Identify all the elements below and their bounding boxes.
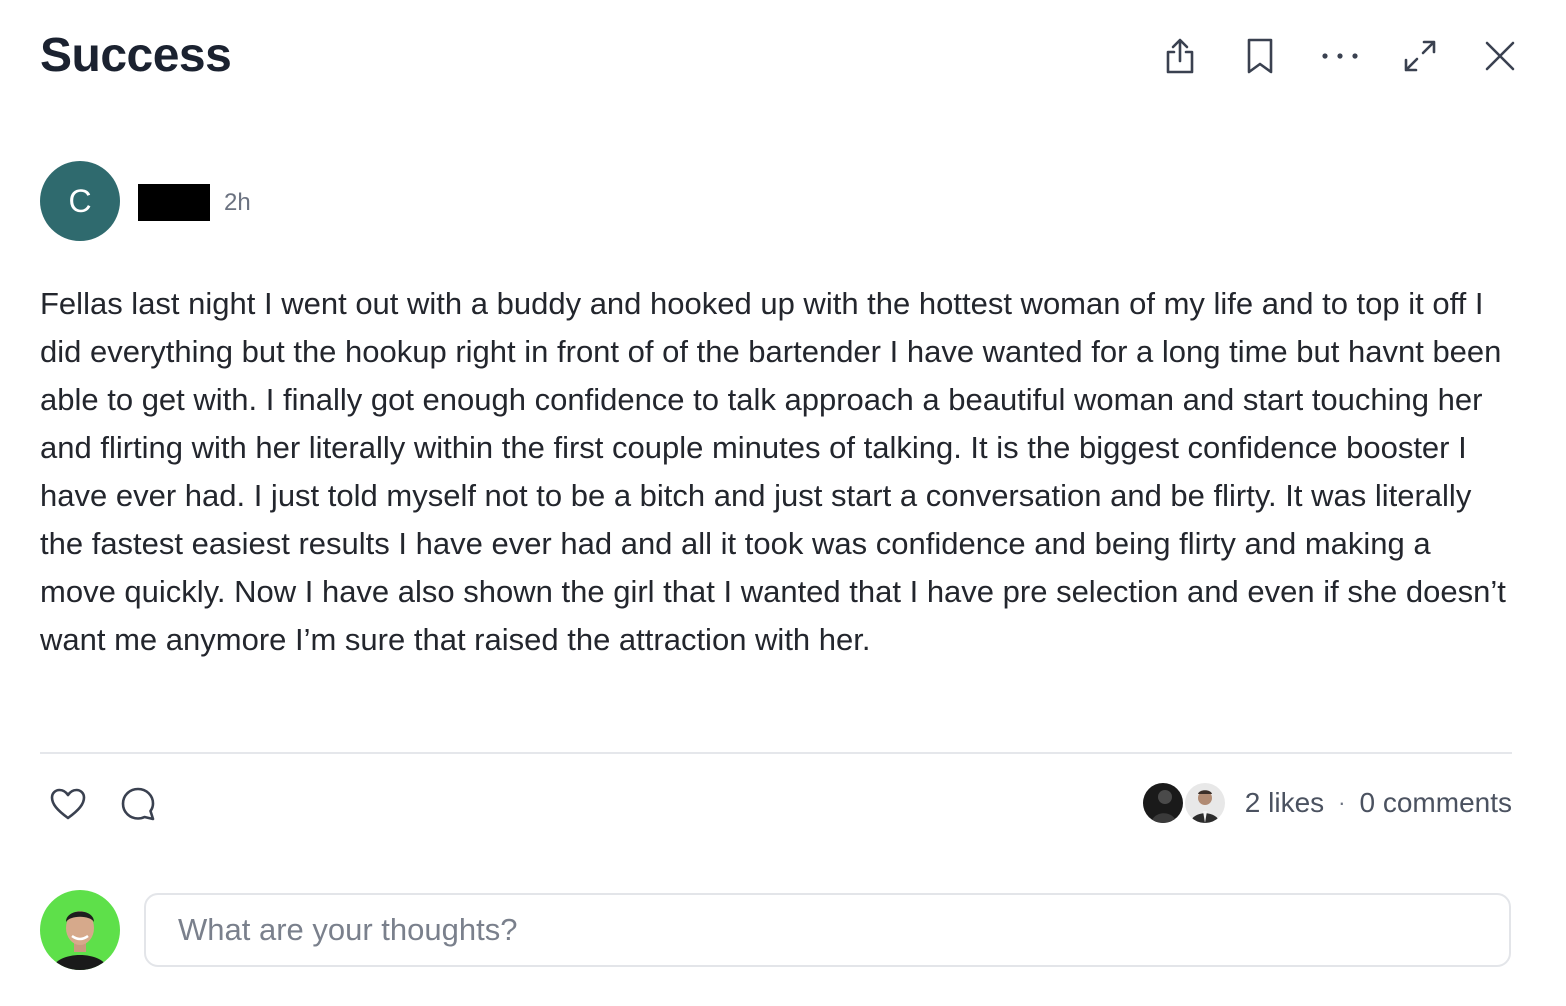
bookmark-icon xyxy=(1247,38,1273,74)
comment-input[interactable]: What are your thoughts? xyxy=(144,893,1511,967)
likers-avatars[interactable] xyxy=(1140,781,1227,825)
comment-button[interactable] xyxy=(118,784,158,824)
author-initial: C xyxy=(68,182,92,219)
more-options-button[interactable] xyxy=(1320,34,1360,78)
stats-separator: · xyxy=(1338,790,1346,815)
comment-composer: What are your thoughts? xyxy=(40,890,1511,970)
post-stats: 2 likes · 0 comments xyxy=(1140,781,1513,825)
more-icon xyxy=(1322,53,1358,59)
liker-avatar xyxy=(1182,781,1227,825)
current-user-avatar xyxy=(40,890,120,970)
divider xyxy=(40,752,1512,754)
post-toolbar xyxy=(1160,34,1520,78)
share-icon xyxy=(1166,38,1194,74)
liker-avatar xyxy=(1140,781,1185,825)
post-timestamp: 2h xyxy=(224,189,251,216)
bookmark-button[interactable] xyxy=(1240,34,1280,78)
post-author: C 2h xyxy=(40,161,251,241)
comment-icon xyxy=(121,787,155,821)
close-icon xyxy=(1485,41,1515,71)
share-button[interactable] xyxy=(1160,34,1200,78)
close-button[interactable] xyxy=(1480,34,1520,78)
author-name-redacted xyxy=(138,184,210,221)
comments-count[interactable]: 0 comments xyxy=(1360,787,1513,819)
heart-icon xyxy=(50,788,86,820)
expand-icon xyxy=(1404,40,1436,72)
post-title: Success xyxy=(40,29,232,82)
post-actions xyxy=(48,784,158,824)
author-avatar[interactable]: C xyxy=(40,161,120,241)
expand-button[interactable] xyxy=(1400,34,1440,78)
post-body: Fellas last night I went out with a budd… xyxy=(40,286,1506,657)
like-button[interactable] xyxy=(48,784,88,824)
likes-count[interactable]: 2 likes xyxy=(1245,787,1324,819)
